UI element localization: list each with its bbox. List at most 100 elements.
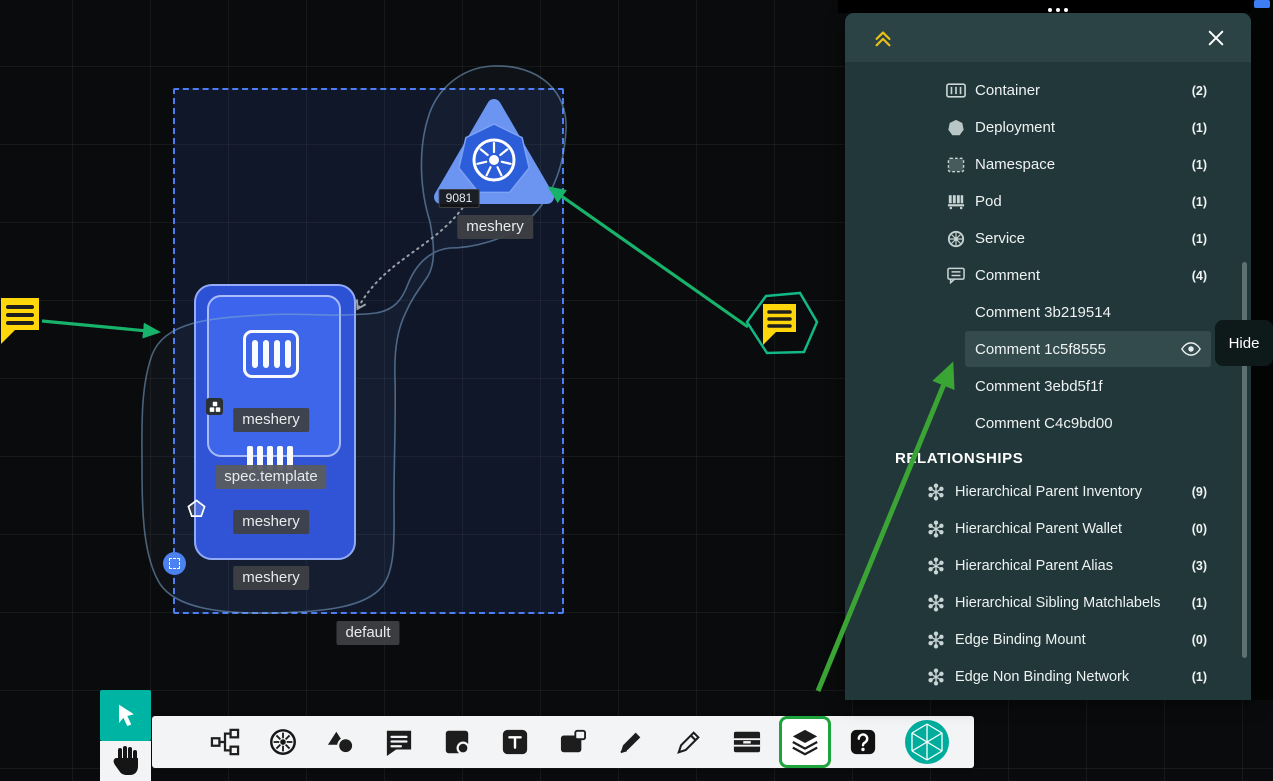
resource-label: Service [975,230,1192,247]
relationship-label: Edge Binding Mount [955,632,1192,648]
hide-tooltip: Hide [1215,320,1273,366]
pen-tool[interactable] [614,725,648,759]
namespace-badge-icon [163,552,186,575]
namespace-label: default [336,621,399,645]
relationship-row[interactable]: Hierarchical Sibling Matchlabels(1) [845,584,1251,621]
drawer-tool[interactable] [730,725,764,759]
comment-tool[interactable] [382,725,416,759]
relationships-header: RELATIONSHIPS [845,442,1251,473]
panel-header [845,13,1251,62]
pan-tool[interactable] [100,741,151,781]
comment-icon [945,267,967,284]
relationship-count: (0) [1192,633,1207,647]
deployment-icon [945,119,967,137]
close-panel-icon[interactable] [1207,29,1231,47]
resource-count: (2) [1192,84,1207,98]
collapse-panel-icon[interactable] [873,28,893,48]
kubernetes-tool[interactable] [266,725,300,759]
deployment-badge-icon [187,499,206,523]
relationship-icon [927,483,947,501]
spec-template-label: spec.template [215,465,326,489]
relationship-icon [927,668,947,686]
text-tool[interactable] [498,725,532,759]
comment-label: Comment 1c5f8555 [975,341,1106,358]
relationship-label: Hierarchical Parent Alias [955,558,1192,574]
container-icon [945,83,967,98]
resource-label: Container [975,82,1192,99]
comment-item[interactable]: Comment 3ebd5f1f [965,368,1211,404]
relationship-label: Hierarchical Parent Inventory [955,484,1192,500]
relationship-count: (0) [1192,522,1207,536]
resource-label: Deployment [975,119,1192,136]
select-tool[interactable] [100,690,151,741]
relationship-icon [927,557,947,575]
comment-label: Comment 3ebd5f1f [975,378,1103,395]
comment-item[interactable]: Comment C4c9bd00 [965,405,1211,441]
schema-tool[interactable] [208,725,242,759]
pod-icon [945,193,967,210]
comment-arrow-left [42,321,158,332]
elements-panel: Container(2)Deployment(1)Namespace(1)Pod… [845,13,1251,700]
comment-arrow-right [550,188,748,327]
relationship-count: (3) [1192,559,1207,573]
relationship-icon [927,631,947,649]
resource-row-service[interactable]: Service(1) [845,220,1251,257]
relationship-label: Edge Non Binding Network [955,669,1192,685]
comment-item[interactable]: Comment 3b219514 [965,294,1211,330]
resource-row-pod[interactable]: Pod(1) [845,183,1251,220]
shapes-tool[interactable] [324,725,358,759]
relationship-list: Hierarchical Parent Inventory(9)Hierarch… [845,473,1251,695]
resource-count: (1) [1192,232,1207,246]
toolbar-row [208,716,950,768]
relationship-row[interactable]: Edge Binding Mount(0) [845,621,1251,658]
pencil-tool[interactable] [672,725,706,759]
k8s-node-label: meshery [457,215,533,239]
resource-row-deployment[interactable]: Deployment(1) [845,109,1251,146]
resource-count: (4) [1192,269,1207,283]
comment-item[interactable]: Comment 1c5f8555 [965,331,1211,367]
layers-tool[interactable] [788,725,822,759]
relationship-row[interactable]: Hierarchical Parent Alias(3) [845,547,1251,584]
resource-row-comment[interactable]: Comment(4) [845,257,1251,294]
relationship-count: (1) [1192,670,1207,684]
resource-count: (1) [1192,121,1207,135]
more-options-icon[interactable] [1048,8,1068,12]
relationship-count: (9) [1192,485,1207,499]
resource-label: Comment [975,267,1192,284]
resource-label: Pod [975,193,1192,210]
layers-tool-highlight [779,716,831,768]
comment-node-left[interactable] [1,298,39,344]
corner-scroll-fragment [1254,0,1270,8]
resource-list: Container(2)Deployment(1)Namespace(1)Pod… [845,72,1251,294]
panel-body: Container(2)Deployment(1)Namespace(1)Pod… [845,62,1251,695]
container-node[interactable] [243,330,299,378]
deployment-label: meshery [233,566,309,590]
service-icon [945,230,967,248]
relationship-label: Hierarchical Sibling Matchlabels [955,595,1192,611]
resource-count: (1) [1192,195,1207,209]
relationship-count: (1) [1192,596,1207,610]
relationship-row[interactable]: Hierarchical Parent Inventory(9) [845,473,1251,510]
toolbar [152,716,974,768]
namespace-icon [945,157,967,173]
relationship-icon [927,594,947,612]
sticker-tool[interactable] [440,725,474,759]
comment-label: Comment 3b219514 [975,304,1111,321]
relationship-row[interactable]: Hierarchical Parent Wallet(0) [845,510,1251,547]
relationship-row[interactable]: Edge Non Binding Network(1) [845,658,1251,695]
help-button[interactable] [846,725,880,759]
pod-label: meshery [233,510,309,534]
container-label: meshery [233,408,309,432]
meshery-logo[interactable] [904,719,950,765]
comment-node-right[interactable] [747,293,817,353]
eye-icon[interactable] [1181,342,1201,356]
comment-label: Comment C4c9bd00 [975,415,1113,432]
comment-list: Comment 3b219514 Comment 1c5f8555 Comment … [845,294,1251,441]
resource-row-namespace[interactable]: Namespace(1) [845,146,1251,183]
relationship-label: Hierarchical Parent Wallet [955,521,1192,537]
rectangle-tool[interactable] [556,725,590,759]
resource-row-container[interactable]: Container(2) [845,72,1251,109]
relationship-icon [927,520,947,538]
resource-label: Namespace [975,156,1192,173]
resource-count: (1) [1192,158,1207,172]
